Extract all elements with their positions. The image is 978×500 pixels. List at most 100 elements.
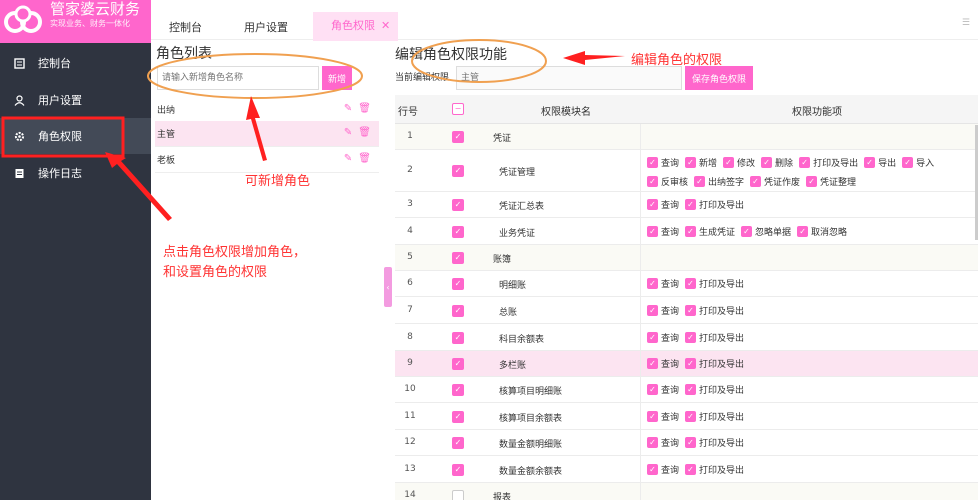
function-checkbox[interactable]: ✓ xyxy=(647,226,658,237)
edit-icon[interactable]: ✎ xyxy=(344,103,352,114)
function-checkbox[interactable]: ✓ xyxy=(806,176,818,187)
module-checkbox[interactable]: ✓ xyxy=(452,165,464,177)
function-item[interactable]: ✓ 打印及导出 xyxy=(685,331,744,344)
trash-icon[interactable]: 🗑 xyxy=(358,127,371,138)
function-checkbox[interactable]: ✓ xyxy=(797,226,809,237)
panel-splitter-handle[interactable]: ‹ xyxy=(384,267,392,307)
module-checkbox[interactable]: ✓ xyxy=(452,437,464,449)
module-checkbox[interactable]: ✓ xyxy=(452,358,464,370)
module-checkbox[interactable]: ✓ xyxy=(452,384,464,396)
sidebar-item-role-permissions[interactable]: 角色权限 xyxy=(0,118,151,154)
function-item[interactable]: ✓ 忽略单据 xyxy=(741,225,791,238)
module-checkbox[interactable]: ✓ xyxy=(452,411,464,423)
function-item[interactable]: ✓ 查询 xyxy=(647,436,679,449)
edit-icon[interactable]: ✎ xyxy=(344,127,352,138)
function-checkbox[interactable]: ✓ xyxy=(685,305,697,316)
add-role-button[interactable]: 新增 xyxy=(322,66,352,90)
function-checkbox[interactable]: ✓ xyxy=(647,411,658,422)
function-item[interactable]: ✓ 打印及导出 xyxy=(685,277,744,290)
function-checkbox[interactable]: ✓ xyxy=(647,464,658,475)
new-role-input[interactable] xyxy=(157,66,319,90)
function-item[interactable]: ✓ 查询 xyxy=(647,277,679,290)
function-checkbox[interactable]: ✓ xyxy=(647,384,658,395)
function-checkbox[interactable]: ✓ xyxy=(647,278,658,289)
module-checkbox[interactable]: ✓ xyxy=(452,278,464,290)
function-checkbox[interactable]: ✓ xyxy=(647,358,658,369)
function-checkbox[interactable]: ✓ xyxy=(647,332,658,343)
function-item[interactable]: ✓ 查询 xyxy=(647,331,679,344)
function-checkbox[interactable]: ✓ xyxy=(902,157,914,168)
function-item[interactable]: ✓ 查询 xyxy=(647,304,679,317)
module-checkbox[interactable]: ✓ xyxy=(452,199,464,211)
trash-icon[interactable]: 🗑 xyxy=(358,103,371,114)
tab-role-permissions[interactable]: 角色权限 ✕ xyxy=(313,12,399,41)
function-checkbox[interactable]: ✓ xyxy=(647,305,658,316)
function-item[interactable]: ✓ 新增 xyxy=(685,156,717,169)
module-checkbox[interactable]: ✓ xyxy=(452,131,464,143)
function-item[interactable]: ✓ 查询 xyxy=(647,410,679,423)
function-item[interactable]: ✓ 导入 xyxy=(902,156,934,169)
function-item[interactable]: ✓ 查询 xyxy=(647,463,679,476)
function-item[interactable]: ✓ 凭证整理 xyxy=(806,175,856,188)
function-checkbox[interactable]: ✓ xyxy=(647,437,658,448)
role-row[interactable]: 出纳 ✎ 🗑 xyxy=(155,97,379,123)
function-item[interactable]: ✓ 生成凭证 xyxy=(685,225,735,238)
module-checkbox[interactable] xyxy=(452,490,464,500)
function-checkbox[interactable]: ✓ xyxy=(685,332,697,343)
function-item[interactable]: ✓ 打印及导出 xyxy=(685,463,744,476)
function-checkbox[interactable]: ✓ xyxy=(799,157,811,168)
function-checkbox[interactable]: ✓ xyxy=(750,176,762,187)
function-item[interactable]: ✓ 打印及导出 xyxy=(685,410,744,423)
function-item[interactable]: ✓ 导出 xyxy=(864,156,896,169)
function-item[interactable]: ✓ 打印及导出 xyxy=(685,198,744,211)
function-item[interactable]: ✓ 删除 xyxy=(761,156,793,169)
function-checkbox[interactable]: ✓ xyxy=(647,157,658,168)
function-item[interactable]: ✓ 查询 xyxy=(647,156,679,169)
module-checkbox[interactable]: ✓ xyxy=(452,464,464,476)
function-checkbox[interactable]: ✓ xyxy=(685,278,697,289)
function-item[interactable]: ✓ 出纳签字 xyxy=(694,175,744,188)
edit-icon[interactable]: ✎ xyxy=(344,153,352,164)
function-item[interactable]: ✓ 查询 xyxy=(647,383,679,396)
function-item[interactable]: ✓ 打印及导出 xyxy=(685,436,744,449)
function-checkbox[interactable]: ✓ xyxy=(685,226,697,237)
function-item[interactable]: ✓ 凭证作废 xyxy=(750,175,800,188)
function-checkbox[interactable]: ✓ xyxy=(694,176,706,187)
function-item[interactable]: ✓ 查询 xyxy=(647,357,679,370)
sidebar-item-console[interactable]: 控制台 xyxy=(0,45,151,81)
function-checkbox[interactable]: ✓ xyxy=(647,199,658,210)
function-item[interactable]: ✓ 打印及导出 xyxy=(799,156,858,169)
select-all-checkbox[interactable]: − xyxy=(452,103,464,115)
role-row[interactable]: 主管 ✎ 🗑 xyxy=(155,121,379,147)
function-checkbox[interactable]: ✓ xyxy=(685,437,697,448)
function-checkbox[interactable]: ✓ xyxy=(864,157,876,168)
module-checkbox[interactable]: ✓ xyxy=(452,226,464,238)
sidebar-item-user-settings[interactable]: 用户设置 xyxy=(0,82,151,118)
function-checkbox[interactable]: ✓ xyxy=(685,199,697,210)
function-checkbox[interactable]: ✓ xyxy=(761,157,773,168)
function-item[interactable]: ✓ 打印及导出 xyxy=(685,304,744,317)
module-checkbox[interactable]: ✓ xyxy=(452,305,464,317)
function-checkbox[interactable]: ✓ xyxy=(685,358,697,369)
function-checkbox[interactable]: ✓ xyxy=(685,384,697,395)
function-item[interactable]: ✓ 取消忽略 xyxy=(797,225,847,238)
sidebar-item-operation-log[interactable]: 操作日志 xyxy=(0,155,151,191)
menu-icon[interactable]: ☰ xyxy=(962,18,970,28)
trash-icon[interactable]: 🗑 xyxy=(358,153,371,164)
function-item[interactable]: ✓ 修改 xyxy=(723,156,755,169)
function-item[interactable]: ✓ 打印及导出 xyxy=(685,383,744,396)
function-checkbox[interactable]: ✓ xyxy=(647,176,658,187)
module-checkbox[interactable]: ✓ xyxy=(452,252,464,264)
function-checkbox[interactable]: ✓ xyxy=(685,157,697,168)
role-row[interactable]: 老板 ✎ 🗑 xyxy=(155,147,379,173)
function-item[interactable]: ✓ 反审核 xyxy=(647,175,688,188)
function-checkbox[interactable]: ✓ xyxy=(685,464,697,475)
function-item[interactable]: ✓ 打印及导出 xyxy=(685,357,744,370)
function-checkbox[interactable]: ✓ xyxy=(685,411,697,422)
function-item[interactable]: ✓ 查询 xyxy=(647,198,679,211)
close-icon[interactable]: ✕ xyxy=(381,19,390,32)
function-item[interactable]: ✓ 查询 xyxy=(647,225,679,238)
function-checkbox[interactable]: ✓ xyxy=(741,226,753,237)
module-checkbox[interactable]: ✓ xyxy=(452,332,464,344)
function-checkbox[interactable]: ✓ xyxy=(723,157,735,168)
